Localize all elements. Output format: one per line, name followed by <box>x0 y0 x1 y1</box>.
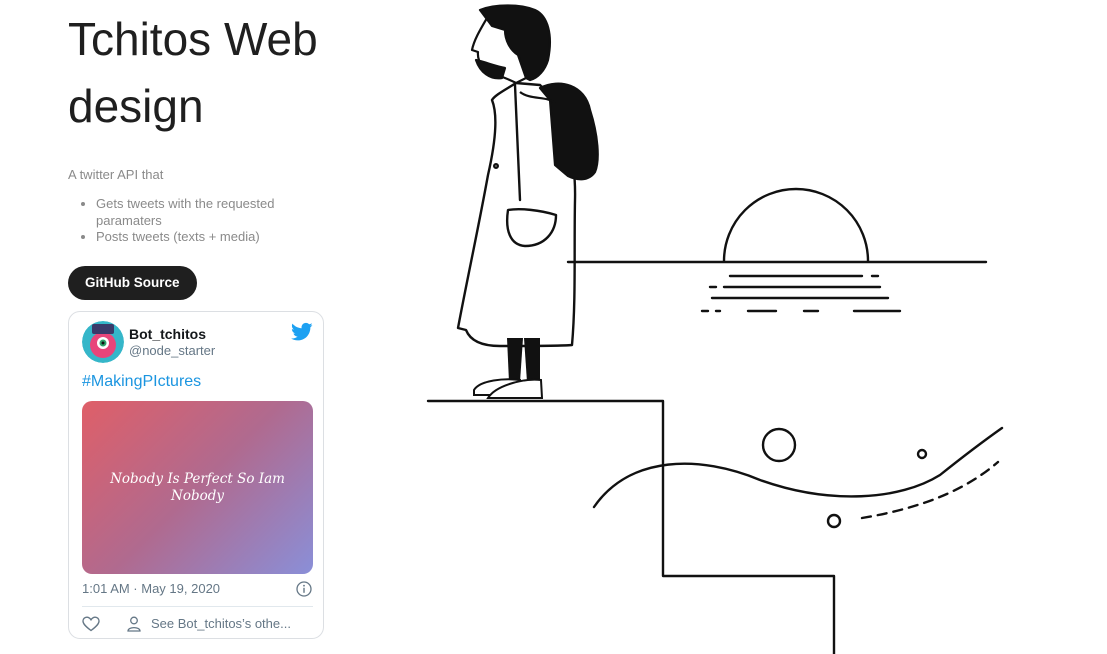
sun-shape <box>722 187 870 263</box>
hero-illustration <box>426 4 1004 654</box>
